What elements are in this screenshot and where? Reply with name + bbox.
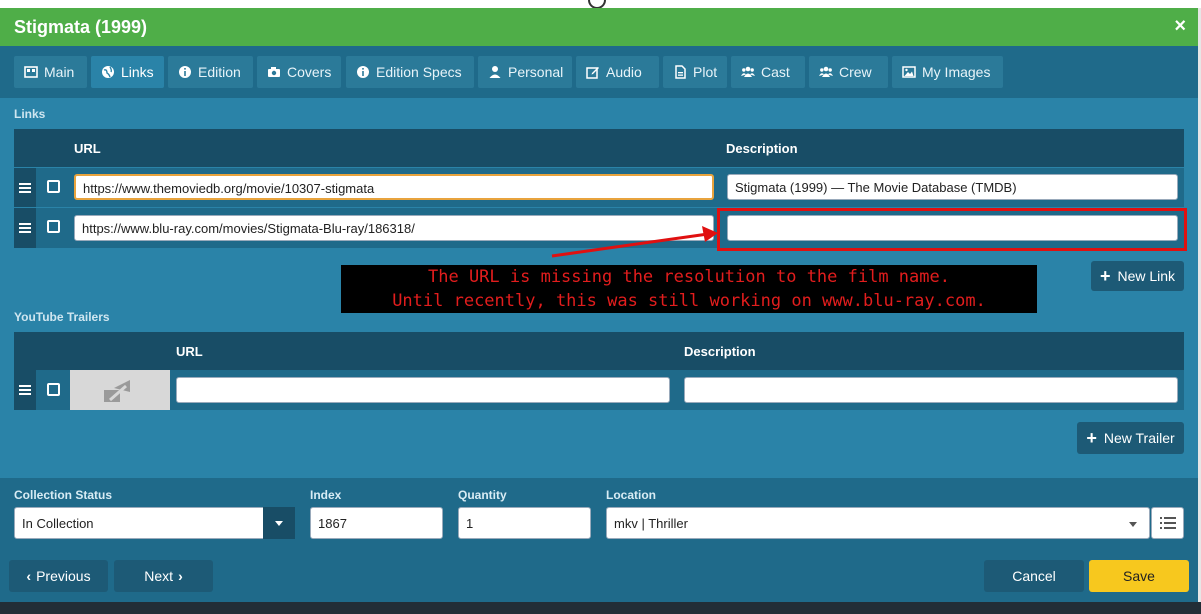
- trailers-table-header: URL Description: [14, 332, 1184, 370]
- tab-label: Edition Specs: [376, 64, 462, 80]
- new-link-label: New Link: [1117, 268, 1176, 284]
- row-checkbox[interactable]: [47, 220, 60, 233]
- camera-icon: [268, 67, 280, 77]
- links-url-header: URL: [74, 141, 101, 156]
- save-label: Save: [1123, 568, 1155, 584]
- info-icon: [179, 66, 191, 78]
- dialog-title: Stigmata (1999): [14, 17, 148, 37]
- film-icon: [24, 66, 38, 78]
- trailers-url-header: URL: [176, 344, 203, 359]
- quantity-input[interactable]: 1: [458, 507, 591, 539]
- link-url-input[interactable]: https://www.themoviedb.org/movie/10307-s…: [74, 174, 714, 200]
- tab-label: My Images: [922, 64, 991, 80]
- trailers-description-header: Description: [684, 344, 756, 359]
- list-icon: [1160, 517, 1176, 529]
- tab-label: Cast: [761, 64, 790, 80]
- link-description-input[interactable]: Stigmata (1999) — The Movie Database (TM…: [727, 174, 1178, 200]
- previous-label: Previous: [36, 568, 91, 584]
- trailer-url-input[interactable]: [176, 377, 670, 403]
- location-list-button[interactable]: [1151, 507, 1184, 539]
- next-button[interactable]: Next ›: [114, 560, 213, 592]
- cancel-label: Cancel: [1012, 568, 1056, 584]
- index-label: Index: [310, 488, 342, 502]
- links-table-header: URL Description: [14, 129, 1184, 167]
- table-row: [14, 370, 1184, 410]
- links-section-label: Links: [14, 107, 46, 121]
- edit-movie-dialog: Stigmata (1999) × Main Links Edition Cov…: [0, 8, 1198, 602]
- location-label: Location: [606, 488, 656, 502]
- tab-main[interactable]: Main: [14, 56, 87, 88]
- new-link-button[interactable]: + New Link: [1091, 261, 1184, 291]
- tab-bar: Main Links Edition Covers Edition Specs …: [0, 46, 1198, 98]
- dialog-button-bar: ‹ Previous Next › Cancel Save: [0, 551, 1198, 602]
- tab-crew[interactable]: Crew: [809, 56, 888, 88]
- location-value: mkv | Thriller: [614, 516, 688, 531]
- plus-icon: +: [1099, 265, 1111, 286]
- tab-links[interactable]: Links: [91, 56, 164, 88]
- index-input[interactable]: 1867: [310, 507, 443, 539]
- tab-cast[interactable]: Cast: [731, 56, 805, 88]
- user-icon: [489, 66, 501, 78]
- globe-icon: [102, 66, 114, 78]
- trailer-description-input[interactable]: [684, 377, 1178, 403]
- collection-status-select[interactable]: In Collection: [14, 507, 264, 539]
- drag-handle-icon[interactable]: [14, 370, 36, 410]
- tab-covers[interactable]: Covers: [257, 56, 341, 88]
- new-trailer-label: New Trailer: [1103, 430, 1175, 446]
- annotation-line-2: Until recently, this was still working o…: [392, 291, 986, 311]
- save-button[interactable]: Save: [1089, 560, 1189, 592]
- next-label: Next: [144, 568, 174, 584]
- chevron-down-icon[interactable]: [263, 507, 295, 539]
- collection-fields: Collection Status In Collection Index 18…: [0, 478, 1198, 551]
- table-row: https://www.themoviedb.org/movie/10307-s…: [14, 168, 1184, 207]
- close-icon[interactable]: ×: [1174, 15, 1186, 38]
- tab-label: Personal: [508, 64, 564, 80]
- chevron-left-icon: ‹: [26, 568, 32, 584]
- tab-edition[interactable]: Edition: [168, 56, 253, 88]
- info-icon: [357, 66, 369, 78]
- row-checkbox[interactable]: [47, 180, 60, 193]
- plus-icon: +: [1086, 427, 1097, 448]
- chevron-right-icon: ›: [178, 568, 183, 584]
- tab-plot[interactable]: Plot: [663, 56, 727, 88]
- background-window-edge: [0, 0, 1201, 9]
- tab-label: Links: [121, 64, 154, 80]
- users-icon: [741, 66, 755, 77]
- tab-label: Main: [44, 64, 75, 80]
- tab-label: Edition: [198, 64, 241, 80]
- annotation-highlight-box: [717, 208, 1187, 251]
- previous-button[interactable]: ‹ Previous: [9, 560, 108, 592]
- external-link-icon: [104, 380, 130, 402]
- background-table-strip: [0, 602, 1201, 614]
- drag-handle-icon[interactable]: [14, 168, 36, 207]
- drag-handle-icon[interactable]: [14, 208, 36, 248]
- dialog-titlebar: Stigmata (1999) ×: [0, 8, 1198, 46]
- users-icon: [819, 66, 833, 77]
- tab-label: Covers: [287, 64, 332, 80]
- tab-label: Crew: [839, 64, 872, 80]
- new-trailer-button[interactable]: + New Trailer: [1077, 422, 1184, 454]
- annotation-note: The URL is missing the resolution to the…: [341, 265, 1037, 313]
- trailers-section-label: YouTube Trailers: [14, 310, 110, 324]
- location-select[interactable]: mkv | Thriller: [606, 507, 1150, 539]
- links-description-header: Description: [726, 141, 798, 156]
- edit-icon: [586, 67, 599, 79]
- quantity-label: Quantity: [458, 488, 507, 502]
- annotation-line-1: The URL is missing the resolution to the…: [428, 267, 950, 287]
- trailer-thumbnail: [70, 370, 170, 410]
- tab-label: Plot: [693, 64, 718, 80]
- tab-label: Audio: [606, 64, 642, 80]
- cancel-button[interactable]: Cancel: [984, 560, 1084, 592]
- tab-my-images[interactable]: My Images: [892, 56, 1003, 88]
- document-icon: [675, 65, 686, 79]
- image-icon: [902, 66, 916, 78]
- tab-edition-specs[interactable]: Edition Specs: [346, 56, 474, 88]
- tab-personal[interactable]: Personal: [478, 56, 572, 88]
- collection-status-label: Collection Status: [14, 488, 113, 502]
- annotation-arrow-icon: [551, 226, 718, 258]
- row-checkbox[interactable]: [47, 383, 60, 396]
- chevron-down-icon[interactable]: [1129, 522, 1137, 527]
- tab-audio[interactable]: Audio: [576, 56, 659, 88]
